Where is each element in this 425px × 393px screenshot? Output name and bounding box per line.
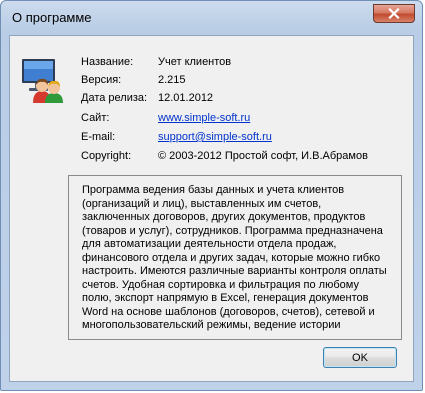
description-line: (товаров и услуг), сотрудников. Программ… [82,224,383,237]
release-label: Дата релиза: [81,92,148,104]
description-line: финансового отдела и других задач, котор… [82,251,381,264]
dialog-content: Название: Учет клиентов Версия: 2.215 Да… [9,35,414,382]
close-icon [388,8,400,19]
email-link[interactable]: support@simple-soft.ru [158,131,272,143]
description-line: заключенных договоров, других документов… [82,211,366,223]
about-dialog: О программе Название: Учет клиентов Верс… [0,0,423,391]
version-value: 2.215 [158,74,186,86]
name-value: Учет клиентов [158,56,232,68]
release-value: 12.01.2012 [158,92,214,104]
copyright-label: Copyright: [81,150,132,162]
email-label: E-mail: [81,131,116,143]
window-title: О программе [12,10,92,25]
description-line: (организаций и лиц), выставленных им сче… [82,197,322,210]
description-line: счетов. Удобная сортировка и фильтрация … [82,278,359,291]
version-label: Версия: [81,74,122,86]
description-line: для автоматизации деятельности отдела пр… [82,238,337,250]
description-line: Программа ведения базы данных и учета кл… [82,184,345,196]
copyright-value: © 2003-2012 Простой софт, И.В.Абрамов [158,150,368,162]
description-line: многопользовательский режимы, ведение ис… [82,319,341,331]
description-box[interactable]: Программа ведения базы данных и учета кл… [68,175,402,340]
site-link[interactable]: www.simple-soft.ru [158,112,250,124]
ok-button[interactable]: OK [323,347,397,368]
description-line: Word на основе шаблонов (договоров, счет… [82,305,375,318]
description-line: полю, экспорт напрямую в Excel, генераци… [82,292,369,304]
name-label: Название: [81,56,134,68]
title-bar[interactable]: О программе [1,1,422,35]
clients-app-icon [22,59,63,103]
site-label: Сайт: [81,112,110,124]
close-button[interactable] [373,4,415,23]
description-line: настроить. Имеются различные варианты ко… [82,265,387,277]
